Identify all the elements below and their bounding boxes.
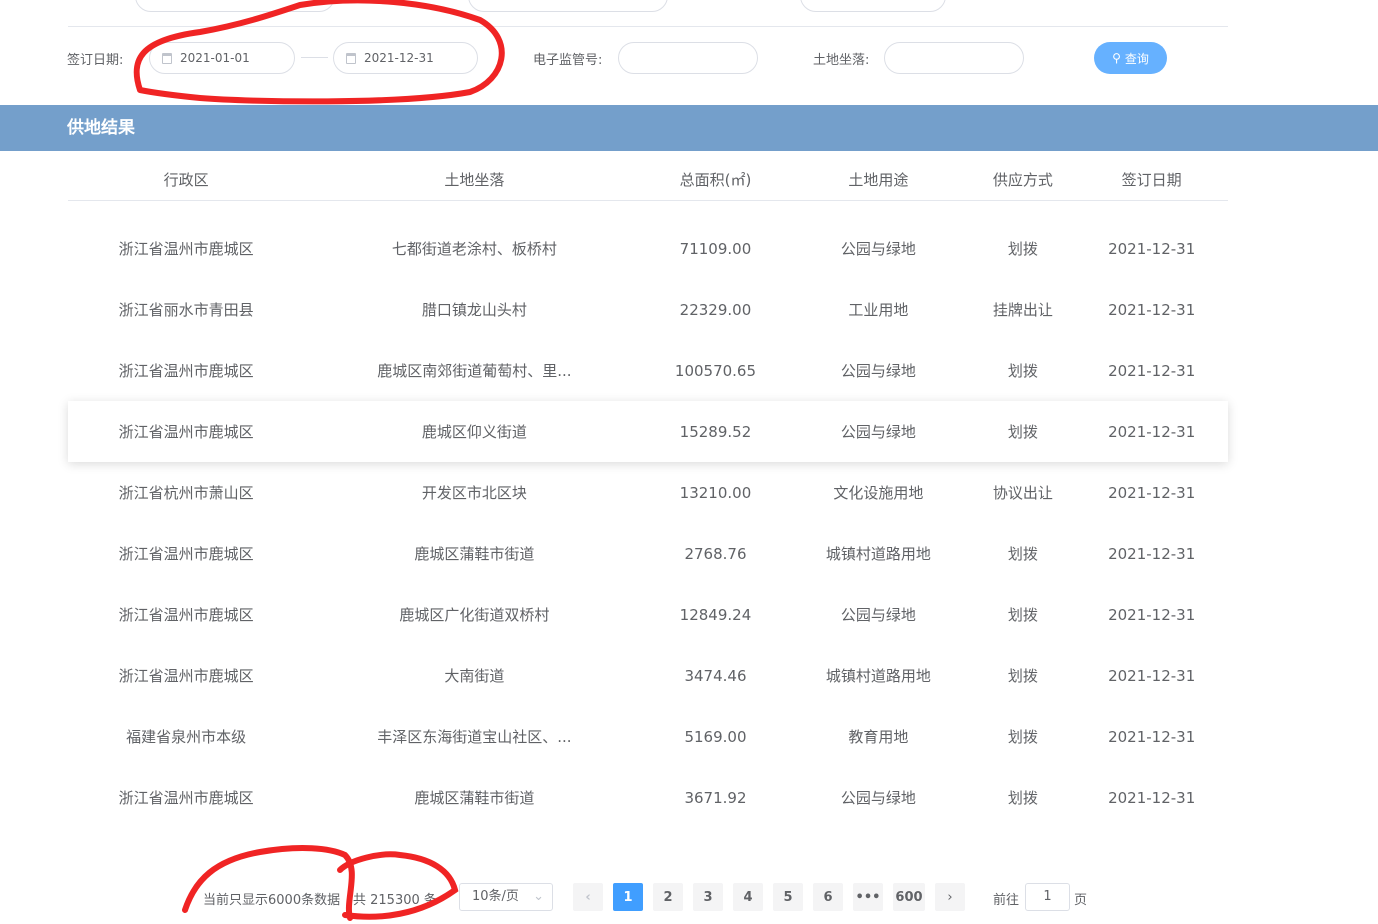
red-annotation-marks [133, 0, 505, 921]
